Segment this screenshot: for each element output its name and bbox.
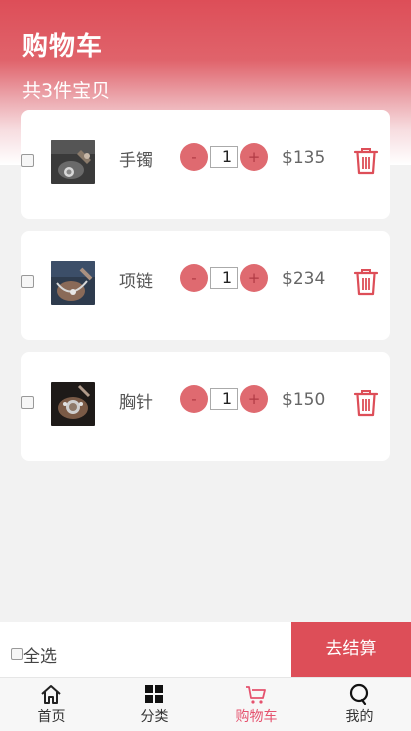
item-checkbox[interactable] [21,154,34,167]
product-thumbnail[interactable] [51,261,95,305]
product-thumbnail[interactable] [51,382,95,426]
tab-label: 首页 [37,709,66,725]
tab-cart[interactable]: 购物车 [205,678,308,731]
tab-profile[interactable]: 我的 [308,678,411,731]
quantity-field[interactable]: 1 [210,267,238,289]
quantity-field[interactable]: 1 [210,388,238,410]
item-checkbox[interactable] [21,396,34,409]
product-name: 胸针 [119,393,153,413]
checkout-button[interactable]: 去结算 [291,622,411,677]
decrease-quantity-button[interactable]: - [180,385,208,413]
select-all-label: 全选 [23,647,57,667]
grid-icon [145,685,163,703]
delete-button[interactable] [352,388,380,418]
tab-label: 我的 [345,709,374,725]
page-title: 购物车 [22,32,104,62]
trash-icon [353,390,379,417]
tab-label: 购物车 [235,709,278,725]
delete-button[interactable] [352,146,380,176]
tab-bar: 首页 分类 购物车 我的 [0,677,411,731]
item-checkbox[interactable] [21,275,34,288]
increase-quantity-button[interactable]: + [240,264,268,292]
cart-item: 项链 - 1 + $234 [21,231,390,340]
product-thumbnail[interactable] [51,140,95,184]
delete-button[interactable] [352,267,380,297]
item-count: 共3件宝贝 [22,80,111,102]
quantity-field[interactable]: 1 [210,146,238,168]
product-name: 项链 [119,272,153,292]
trash-icon [353,148,379,175]
select-all-checkbox[interactable] [11,648,23,660]
profile-icon [349,683,369,705]
decrease-quantity-button[interactable]: - [180,143,208,171]
home-icon [41,685,61,704]
cart-icon [246,686,266,704]
product-price: $150 [282,390,326,410]
trash-icon [353,269,379,296]
necklace-photo-icon [51,261,95,305]
decrease-quantity-button[interactable]: - [180,264,208,292]
increase-quantity-button[interactable]: + [240,385,268,413]
product-price: $135 [282,148,326,168]
cart-item: 胸针 - 1 + $150 [21,352,390,461]
bracelet-photo-icon [51,140,95,184]
tab-home[interactable]: 首页 [0,678,103,731]
product-price: $234 [282,269,326,289]
increase-quantity-button[interactable]: + [240,143,268,171]
select-all[interactable]: 全选 [11,642,57,667]
checkout-bar: 全选 去结算 [0,622,411,677]
product-name: 手镯 [119,151,153,171]
cart-item: 手镯 - 1 + $135 [21,110,390,219]
tab-label: 分类 [140,709,169,725]
brooch-photo-icon [51,382,95,426]
tab-category[interactable]: 分类 [103,678,206,731]
